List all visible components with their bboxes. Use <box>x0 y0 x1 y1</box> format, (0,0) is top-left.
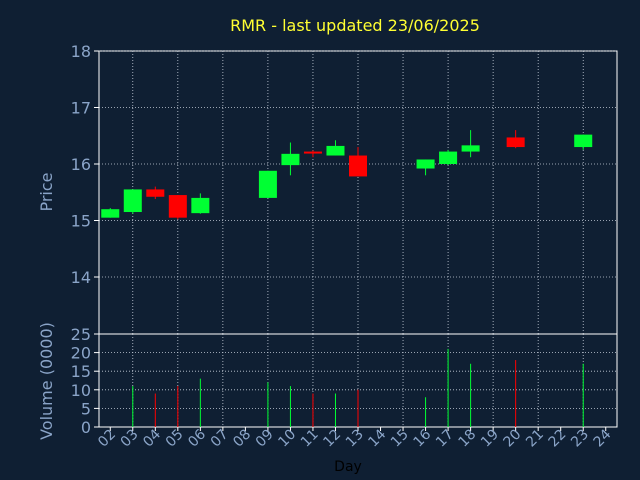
candle-body <box>574 134 593 148</box>
x-tick-label: 20 <box>501 427 525 451</box>
candle-body <box>348 155 368 177</box>
volume-panel: 0203040506070809101112131415161718192021… <box>71 325 618 451</box>
candle <box>326 140 345 156</box>
volume-tick-label: 5 <box>81 399 91 418</box>
candle-body <box>101 209 120 218</box>
price-axis-label: Price <box>37 172 56 211</box>
x-tick-label: 10 <box>275 427 299 451</box>
x-tick-label: 19 <box>478 427 502 451</box>
candle <box>146 186 165 200</box>
volume-tick-label: 0 <box>81 418 91 437</box>
candle <box>574 134 593 150</box>
candle <box>461 130 480 158</box>
x-tick-label: 15 <box>388 427 412 451</box>
price-tick-label: 16 <box>71 155 91 174</box>
x-tick-label: 08 <box>230 427 254 451</box>
x-tick-label: 09 <box>253 427 277 451</box>
candle-body <box>303 151 322 154</box>
x-tick-label: 13 <box>343 427 367 451</box>
x-tick-label: 04 <box>140 426 164 450</box>
candle <box>101 208 120 218</box>
volume-axis-label: Volume (0000) <box>37 322 56 440</box>
x-tick-label: 06 <box>185 426 209 450</box>
chart-title: RMR - last updated 23/06/2025 <box>230 16 480 35</box>
price-tick-label: 15 <box>71 212 91 231</box>
candle <box>281 142 300 176</box>
candle <box>168 195 187 220</box>
stock-chart: 1415161718 02030405060708091011121314151… <box>37 16 618 475</box>
x-tick-label: 16 <box>410 426 434 450</box>
candle-body <box>258 170 277 198</box>
candle-body <box>168 195 187 218</box>
volume-tick-label: 25 <box>71 325 91 344</box>
candle-body <box>123 189 142 213</box>
price-tick-label: 18 <box>71 42 91 61</box>
price-tick-label: 17 <box>71 99 91 118</box>
candle <box>258 170 277 198</box>
x-tick-label: 11 <box>298 427 322 451</box>
price-panel: 14 15 16 17 18 <box>71 42 618 335</box>
candle <box>348 147 368 177</box>
x-tick-label: 03 <box>118 427 142 451</box>
candle <box>303 150 322 158</box>
x-tick-label: 21 <box>523 427 547 451</box>
candle <box>439 149 458 166</box>
x-tick-label: 02 <box>95 427 119 451</box>
x-tick-label: 14 <box>365 426 389 450</box>
x-axis-label: Day <box>334 459 362 475</box>
price-tick-label: 14 <box>71 268 91 287</box>
x-tick-label: 17 <box>433 427 457 451</box>
x-tick-label: 22 <box>546 427 570 451</box>
candle-body <box>326 145 345 156</box>
volume-tick-label: 15 <box>71 362 91 381</box>
x-tick-label: 18 <box>456 427 480 451</box>
x-tick-label: 23 <box>568 427 592 451</box>
volume-tick-label: 10 <box>71 381 91 400</box>
x-tick-label: 24 <box>591 426 615 450</box>
candle <box>191 193 210 214</box>
candle <box>416 159 435 176</box>
candle-body <box>191 197 210 214</box>
candle-body <box>461 145 480 152</box>
candle-body <box>281 153 300 166</box>
x-tick-label: 12 <box>320 427 344 451</box>
candle-body <box>439 151 458 164</box>
candle <box>123 189 142 214</box>
x-tick-label: 07 <box>208 427 232 451</box>
candle-body <box>506 137 525 148</box>
volume-tick-label: 20 <box>71 344 91 363</box>
candle-body <box>416 159 435 169</box>
candle <box>506 130 525 149</box>
x-tick-label: 05 <box>163 427 187 451</box>
candle-body <box>146 189 165 197</box>
